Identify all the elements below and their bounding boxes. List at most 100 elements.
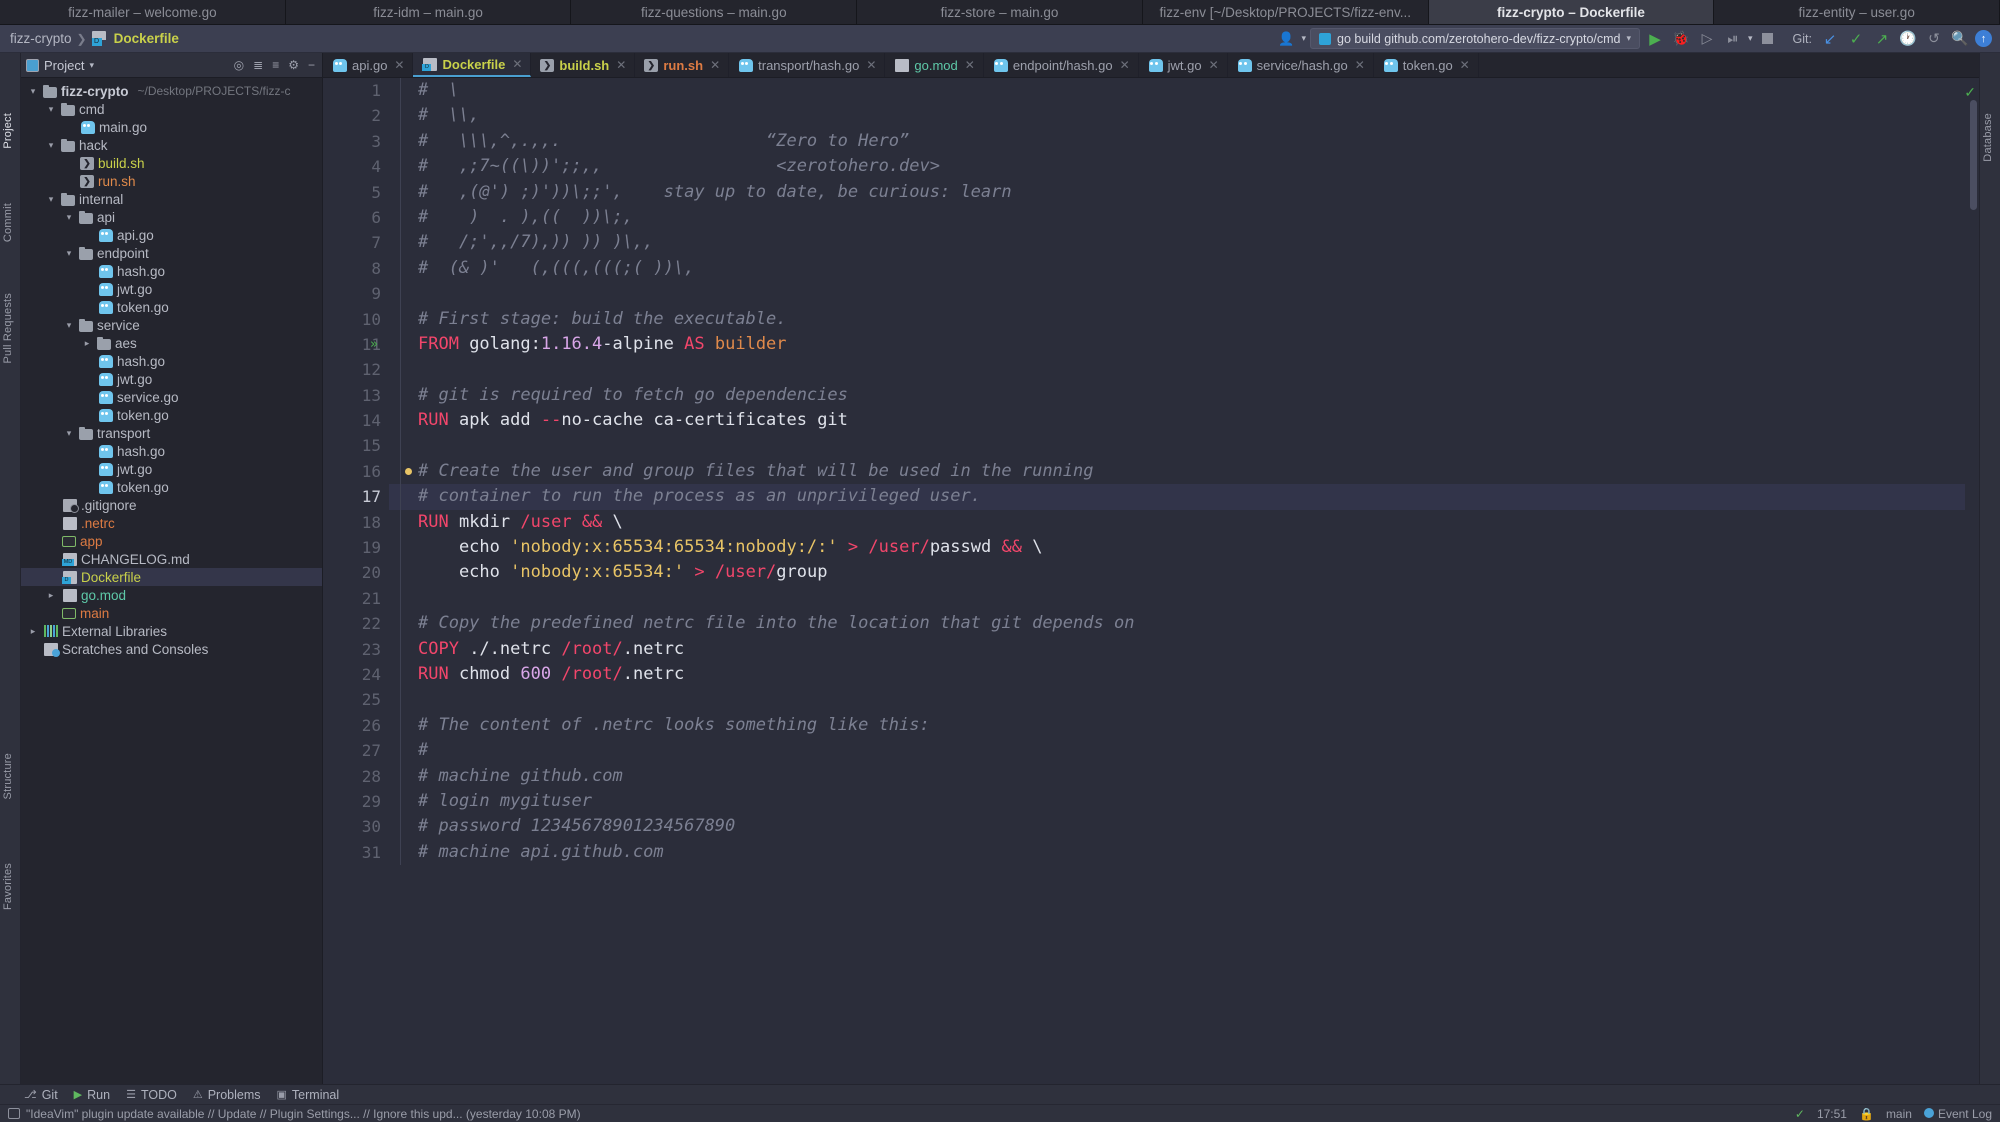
rail-item-favorites[interactable]: Favorites bbox=[2, 863, 19, 910]
tree-folder[interactable]: ▾ transport bbox=[21, 424, 322, 442]
git-history-icon[interactable]: 🕐 bbox=[1897, 28, 1919, 50]
chevron-down-icon[interactable]: ▾ bbox=[63, 320, 75, 331]
locate-file-icon[interactable]: ◎ bbox=[234, 58, 244, 72]
code-line[interactable]: # ,(@') ;)'))\;;', stay up to date, be c… bbox=[389, 179, 1979, 205]
tree-file[interactable]: ▸app bbox=[21, 532, 322, 550]
window-tab[interactable]: fizz-idm – main.go bbox=[285, 0, 572, 24]
run-button[interactable]: ▶ bbox=[1644, 28, 1666, 50]
chevron-down-icon[interactable]: ▾ bbox=[27, 86, 39, 97]
window-tab[interactable]: fizz-crypto – Dockerfile bbox=[1428, 0, 1715, 24]
close-icon[interactable]: ✕ bbox=[965, 58, 975, 72]
editor-scrollbar-thumb[interactable] bbox=[1970, 100, 1977, 210]
tree-file[interactable]: ▸.netrc bbox=[21, 514, 322, 532]
tree-file[interactable]: ▸ External Libraries bbox=[21, 622, 322, 640]
tree-file[interactable]: ▸hash.go bbox=[21, 352, 322, 370]
run-line-marker-icon[interactable]: » bbox=[370, 332, 378, 357]
tree-file[interactable]: ▸main.go bbox=[21, 118, 322, 136]
code-line[interactable]: # container to run the process as an unp… bbox=[389, 484, 1979, 510]
code-line[interactable]: # \\\,^,.,,. “Zero to Hero” bbox=[389, 128, 1979, 155]
code-line[interactable]: # \\, bbox=[389, 103, 1979, 129]
editor-tab[interactable]: token.go ✕ bbox=[1374, 53, 1479, 77]
rail-item-structure[interactable]: Structure bbox=[2, 753, 19, 799]
intention-bulb-icon[interactable] bbox=[405, 467, 412, 475]
code-line[interactable]: # ) . ),(( ))\;, bbox=[389, 204, 1979, 231]
window-tab[interactable]: fizz-mailer – welcome.go bbox=[0, 0, 286, 24]
editor-tab[interactable]: endpoint/hash.go ✕ bbox=[984, 53, 1139, 77]
close-icon[interactable]: ✕ bbox=[616, 58, 626, 72]
chevron-right-icon[interactable]: ▸ bbox=[81, 338, 93, 349]
collapse-all-icon[interactable]: ≡ bbox=[272, 58, 279, 72]
tree-file[interactable]: ▸token.go bbox=[21, 406, 322, 424]
close-icon[interactable]: ✕ bbox=[710, 58, 720, 72]
tree-folder[interactable]: ▾ endpoint bbox=[21, 244, 322, 262]
notification-icon[interactable] bbox=[8, 1108, 20, 1119]
project-panel-caret-icon[interactable]: ▾ bbox=[89, 60, 94, 71]
tree-file[interactable]: ▸jwt.go bbox=[21, 460, 322, 478]
window-tab[interactable]: fizz-env [~/Desktop/PROJECTS/fizz-env... bbox=[1142, 0, 1429, 24]
lock-icon[interactable]: 🔒 bbox=[1859, 1107, 1874, 1121]
editor-tab[interactable]: service/hash.go ✕ bbox=[1228, 53, 1374, 77]
tree-folder[interactable]: ▾ cmd bbox=[21, 100, 322, 118]
code-line[interactable] bbox=[389, 281, 1979, 307]
code-line[interactable]: RUN apk add --no-cache ca-certificates g… bbox=[389, 408, 1979, 434]
project-panel-title[interactable]: Project bbox=[44, 58, 84, 73]
tree-folder[interactable]: ▾ api bbox=[21, 208, 322, 226]
debug-button[interactable]: 🐞 bbox=[1670, 28, 1692, 50]
git-push-icon[interactable]: ↗ bbox=[1871, 28, 1893, 50]
code-line[interactable]: # password 12345678901234567890 bbox=[389, 814, 1979, 840]
rail-item-database[interactable]: Database bbox=[1982, 113, 1999, 162]
code-line[interactable]: RUN chmod 600 /root/.netrc bbox=[389, 661, 1979, 688]
tree-file[interactable]: ▸token.go bbox=[21, 478, 322, 496]
editor-right-gutter[interactable]: ✓ bbox=[1964, 78, 1979, 1092]
code-line[interactable]: echo 'nobody:x:65534:' > /user/group bbox=[389, 560, 1979, 586]
tree-file[interactable]: ▸hash.go bbox=[21, 262, 322, 280]
code-line[interactable]: # \ bbox=[389, 78, 1979, 104]
hide-panel-icon[interactable]: − bbox=[308, 58, 315, 72]
tree-file[interactable]: ▸jwt.go bbox=[21, 370, 322, 388]
window-tab[interactable]: fizz-entity – user.go bbox=[1714, 0, 2000, 24]
updates-icon[interactable]: ↑ bbox=[1975, 30, 1992, 47]
window-tab[interactable]: fizz-store – main.go bbox=[857, 0, 1143, 24]
tree-folder[interactable]: ▾ hack bbox=[21, 136, 322, 154]
tree-file[interactable]: ▸api.go bbox=[21, 226, 322, 244]
code-line[interactable]: # /;',,/7),)) )) )\,, bbox=[389, 230, 1979, 256]
expand-all-icon[interactable]: ≣ bbox=[253, 58, 263, 72]
git-rollback-icon[interactable]: ↺ bbox=[1923, 28, 1945, 50]
chevron-down-icon[interactable]: ▾ bbox=[63, 428, 75, 439]
project-tree[interactable]: ▾ fizz-crypto ~/Desktop/PROJECTS/fizz-c ▾ cm… bbox=[21, 78, 322, 1092]
chevron-right-icon[interactable]: ▸ bbox=[27, 626, 39, 637]
editor-tab[interactable]: jwt.go ✕ bbox=[1139, 53, 1228, 77]
close-icon[interactable]: ✕ bbox=[866, 58, 876, 72]
run-with-coverage-button[interactable]: ▷ bbox=[1696, 28, 1718, 50]
code-line[interactable]: # ,;7~((\))';;,, <zerotohero.dev> bbox=[389, 154, 1979, 180]
code-line[interactable]: # Create the user and group files that w… bbox=[389, 458, 1979, 485]
code-line[interactable]: COPY ./.netrc /root/.netrc bbox=[389, 636, 1979, 662]
close-icon[interactable]: ✕ bbox=[1120, 58, 1130, 72]
code-line[interactable]: # login mygituser bbox=[389, 788, 1979, 815]
chevron-down-icon[interactable]: ▾ bbox=[45, 104, 57, 115]
bottom-tab-run[interactable]: ▶ Run bbox=[74, 1088, 110, 1102]
chevron-down-icon[interactable]: ▾ bbox=[45, 194, 57, 205]
tree-file[interactable]: ▸Dockerfile bbox=[21, 568, 322, 586]
chevron-down-icon[interactable]: ▾ bbox=[63, 248, 75, 259]
user-caret-icon[interactable]: ▾ bbox=[1301, 33, 1306, 44]
bottom-tab-todo[interactable]: ☰ TODO bbox=[126, 1088, 177, 1102]
breadcrumb-file[interactable]: Dockerfile bbox=[114, 31, 179, 46]
close-icon[interactable]: ✕ bbox=[1460, 58, 1470, 72]
tree-file[interactable]: ▸Scratches and Consoles bbox=[21, 640, 322, 658]
user-avatar-icon[interactable]: 👤 bbox=[1275, 28, 1297, 50]
code-line[interactable] bbox=[389, 585, 1979, 612]
tree-folder[interactable]: ▾ fizz-crypto ~/Desktop/PROJECTS/fizz-c bbox=[21, 82, 322, 100]
tree-folder[interactable]: ▸ aes bbox=[21, 334, 322, 352]
tree-file[interactable]: ▸❯run.sh bbox=[21, 172, 322, 190]
chevron-down-icon[interactable]: ▾ bbox=[45, 140, 57, 151]
rail-item-project[interactable]: Project bbox=[2, 113, 19, 149]
editor-tab[interactable]: ❯ run.sh ✕ bbox=[635, 53, 730, 77]
tree-folder[interactable]: ▾ internal bbox=[21, 190, 322, 208]
code-line[interactable] bbox=[389, 357, 1979, 383]
code-line[interactable]: # (& )' (,(((,(((;( ))\, bbox=[389, 255, 1979, 282]
code-content[interactable]: # \ # \\, # \\\,^,.,,. “Zero to Hero” # ,;7… bbox=[389, 78, 1979, 1092]
git-commit-icon[interactable]: ✓ bbox=[1845, 28, 1867, 50]
code-line[interactable]: # First stage: build the executable. bbox=[389, 306, 1979, 332]
code-line[interactable]: # git is required to fetch go dependenci… bbox=[389, 382, 1979, 409]
